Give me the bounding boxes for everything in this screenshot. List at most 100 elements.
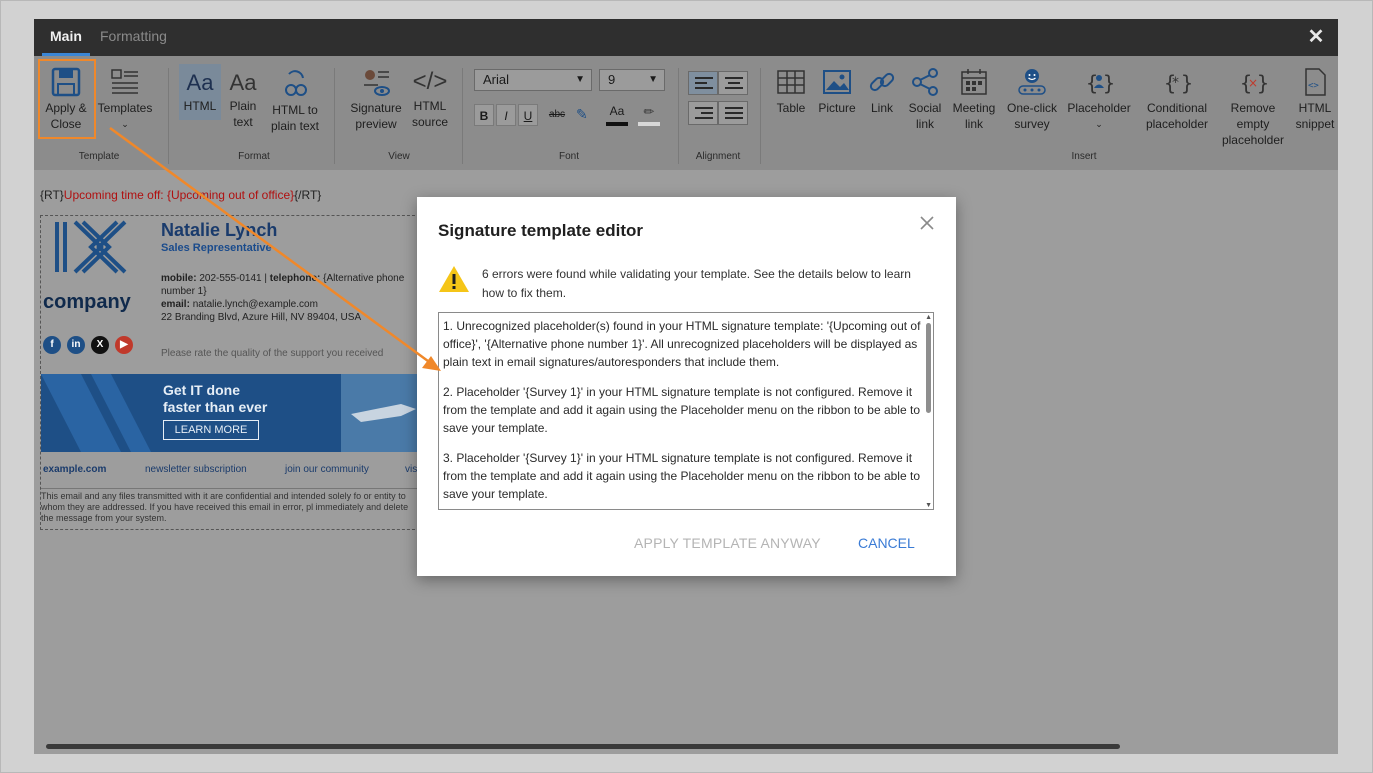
svg-text:*: * <box>1172 75 1179 91</box>
banner-line1: Get IT done <box>163 382 240 398</box>
html-snippet-label: HTML snippet <box>1295 101 1335 131</box>
plain-text-button[interactable]: Aa Plain text <box>223 68 263 130</box>
one-click-survey-button[interactable]: One-click survey <box>1004 66 1060 132</box>
html-to-plain-button[interactable]: HTML to plain text <box>266 68 324 134</box>
picture-button[interactable]: Picture <box>816 66 858 116</box>
signature-name: Natalie Lynch <box>161 220 278 240</box>
link-website[interactable]: example.com <box>43 464 106 475</box>
social-link-button[interactable]: Social link <box>904 66 946 132</box>
signature-title: Sales Representative <box>161 242 272 254</box>
svg-text:}: } <box>1103 71 1115 95</box>
highlight-color-icon[interactable]: ✏ <box>638 104 660 126</box>
strikethrough-button[interactable]: abc <box>544 104 570 126</box>
disclaimer: This email and any files transmitted wit… <box>41 488 421 524</box>
ribbon-separator <box>168 68 169 164</box>
templates-label: Templates <box>97 101 153 115</box>
link-label: Link <box>870 101 893 115</box>
company-logo: company <box>43 218 143 318</box>
tab-main[interactable]: Main <box>42 19 90 56</box>
email-label: email: <box>161 299 190 310</box>
social-link-label: Social link <box>908 101 942 131</box>
table-label: Table <box>776 101 806 115</box>
signature-preview-label: Signature preview <box>350 101 402 131</box>
x-icon: X <box>91 336 109 354</box>
cancel-button[interactable]: CANCEL <box>858 535 915 551</box>
error-item: 1. Unrecognized placeholder(s) found in … <box>443 319 921 369</box>
error-list-content: 1. Unrecognized placeholder(s) found in … <box>443 317 921 509</box>
group-label-font: Font <box>558 151 579 162</box>
templates-button[interactable]: Templates ⌄ <box>96 66 154 132</box>
email-value: natalie.lynch@example.com <box>192 299 318 310</box>
align-right-button[interactable] <box>688 101 718 125</box>
scroll-up-icon[interactable]: ▲ <box>925 314 932 321</box>
font-family-value: Arial <box>483 72 510 87</box>
link-newsletter[interactable]: newsletter subscription <box>145 464 247 475</box>
signature-contact: mobile: 202-555-0141 | telephone: {Alter… <box>161 272 421 324</box>
align-left-button[interactable] <box>688 71 718 95</box>
banner-line2: faster than ever <box>163 399 268 415</box>
group-label-view: View <box>388 151 410 162</box>
font-size-select[interactable]: 9 ▼ <box>599 69 665 91</box>
ribbon-separator <box>678 68 679 164</box>
rt-close: {/RT} <box>294 188 322 202</box>
banner-stripes <box>41 374 151 452</box>
html-source-label: HTML source <box>411 99 449 129</box>
remove-empty-placeholder-label: Remove empty placeholder <box>1221 101 1285 147</box>
warning-text: 6 errors were found while validating you… <box>482 267 911 300</box>
address: 22 Branding Blvd, Azure Hill, NV 89404, … <box>161 312 362 323</box>
error-list[interactable]: 1. Unrecognized placeholder(s) found in … <box>438 312 934 510</box>
align-justify-button[interactable] <box>718 101 748 125</box>
close-icon[interactable] <box>918 214 936 232</box>
remove-empty-placeholder-button[interactable]: { } × Remove empty placeholder <box>1220 66 1286 148</box>
placeholder-button[interactable]: { } Placeholder ⌄ <box>1064 66 1134 132</box>
learn-more-button[interactable]: LEARN MORE <box>163 420 259 440</box>
picture-icon <box>823 70 851 94</box>
font-family-select[interactable]: Arial ▼ <box>474 69 592 91</box>
rt-text: Upcoming time off: {Upcoming out of offi… <box>63 188 295 202</box>
rt-line: {RT}Upcoming time off: {Upcoming out of … <box>40 188 321 202</box>
close-icon[interactable]: ✕ <box>1306 27 1326 47</box>
remove-placeholder-icon: { } × <box>1240 71 1269 95</box>
tab-formatting[interactable]: Formatting <box>92 19 175 56</box>
signature-block: company Natalie Lynch Sales Representati… <box>40 215 421 530</box>
html-snippet-button[interactable]: <> HTML snippet <box>1292 66 1338 132</box>
link-community[interactable]: join our community <box>285 464 369 475</box>
error-item: 2. Placeholder '{Survey 1}' in your HTML… <box>443 385 920 435</box>
html-source-button[interactable]: </> HTML source <box>408 66 452 130</box>
group-label-insert: Insert <box>1071 151 1097 162</box>
scroll-down-icon[interactable]: ▼ <box>925 502 932 509</box>
plain-text-label: Plain text <box>229 99 257 129</box>
link-button[interactable]: Link <box>864 66 900 116</box>
apply-template-anyway-button[interactable]: APPLY TEMPLATE ANYWAY <box>634 535 821 551</box>
html-format-label: HTML <box>183 99 217 113</box>
dialog-title: Signature template editor <box>438 221 643 240</box>
meeting-link-button[interactable]: Meeting link <box>950 66 998 132</box>
table-button[interactable]: Table <box>772 66 810 116</box>
clear-format-icon[interactable]: ✎ <box>576 106 596 126</box>
align-center-button[interactable] <box>718 71 748 95</box>
jet-image <box>341 374 421 452</box>
font-color-icon[interactable]: Aa <box>606 104 628 126</box>
calendar-icon <box>961 69 987 95</box>
link-visit[interactable]: vis <box>405 464 417 475</box>
signature-preview-button[interactable]: Signature preview <box>346 66 406 132</box>
chevron-down-icon: ▼ <box>575 74 585 85</box>
svg-text:×: × <box>1248 76 1258 90</box>
group-label-template: Template <box>78 151 120 162</box>
group-label-format: Format <box>238 151 270 162</box>
html-format-icon: Aa <box>186 70 214 95</box>
chevron-down-icon: ⌄ <box>1095 119 1103 129</box>
conditional-placeholder-button[interactable]: { } * Conditional placeholder <box>1138 66 1216 132</box>
html-format-button[interactable]: Aa HTML <box>180 68 220 114</box>
bold-button[interactable]: B <box>474 104 494 126</box>
ribbon: Apply & Close Templates ⌄ Template Aa HT… <box>34 56 1338 170</box>
templates-icon <box>111 69 138 94</box>
code-icon: </> <box>412 68 448 95</box>
chevron-down-icon: ⌄ <box>121 119 129 129</box>
error-list-scrollbar[interactable] <box>926 323 931 413</box>
horizontal-scrollbar[interactable] <box>46 744 1120 749</box>
facebook-icon: f <box>43 336 61 354</box>
underline-button[interactable]: U <box>518 104 538 126</box>
mobile-value: 202-555-0141 | <box>199 273 267 284</box>
italic-button[interactable]: I <box>496 104 516 126</box>
